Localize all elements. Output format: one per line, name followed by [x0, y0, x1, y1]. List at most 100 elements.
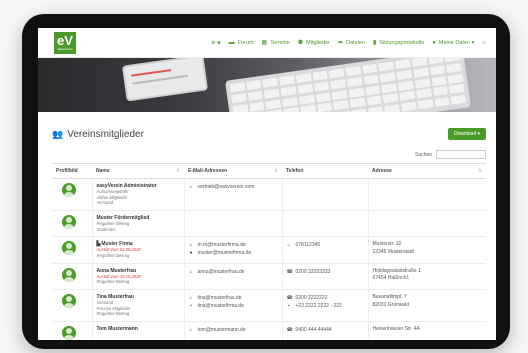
page-title-text: Vereinsmitglieder [67, 128, 144, 140]
email-value: muster@musterfirma.de [197, 250, 252, 257]
address-cell [367, 178, 486, 212]
nav-item-mitglieder[interactable]: ⚉ Mitglieder [297, 39, 330, 47]
nav-item-label: Meine Daten ▾ [438, 39, 475, 46]
home-icon: ⌂ [482, 39, 486, 46]
home-icon: ⌂ [189, 327, 193, 334]
nav-menu-toggle[interactable]: ≡ ▾ [211, 39, 221, 47]
main-content: 👥 Vereinsmitglieder Download ▾ Suchen Pr… [38, 112, 496, 340]
email-value: tom@mustermann.de [197, 327, 246, 334]
address-line: 12345 Musterstadt [372, 248, 414, 255]
member-group: Vorstand [96, 200, 114, 206]
nav-menu: ≡ ▾ ▬ Forum ▦ Termine ⚉ Mitglieder ➦ Dateien… [211, 39, 486, 47]
user-icon: ● [189, 250, 193, 257]
phone-line[interactable]: ⌂ 078112345 [287, 241, 364, 249]
table-row[interactable]: ▙Muster Firma Austritt zum 02.09.2020 Regu… [52, 236, 486, 264]
email-value: anna@musterfrau.de [197, 268, 245, 275]
member-name-text: Tom Mustermann [96, 326, 138, 333]
search-input[interactable] [436, 150, 486, 159]
avatar[interactable] [62, 183, 76, 197]
phone-cell [281, 178, 368, 212]
email-cell: ⌂ anna@musterfrau.de [183, 263, 282, 291]
column-header-telefon[interactable]: Telefon [282, 163, 368, 179]
sort-icon: ⇅ [273, 168, 278, 174]
avatar[interactable] [62, 294, 76, 309]
column-label: E-Mail-Adressen [188, 168, 228, 174]
table-row[interactable]: easyVerein Administrator Aufnahmegebühr Ak… [52, 178, 486, 212]
name-cell: Muster Fördermitglied Regulärer Beitrag St… [91, 210, 184, 238]
address-line: Heisenhäuser Str. 4A [372, 326, 420, 333]
phone-cell [281, 210, 368, 238]
phone-cell: ⌂ 078112345 [281, 236, 368, 264]
member-name-text: Anna Musterfrau [96, 267, 137, 274]
avatar[interactable] [62, 215, 76, 230]
column-label: Adresse [372, 168, 392, 174]
nav-item-termine[interactable]: ▦ Termine [262, 39, 290, 47]
easyverein-logo[interactable]: eV Easyverein [54, 31, 76, 54]
profile-cell [52, 178, 92, 212]
email-cell: ⌂ tina@musterfrau.de ▪ tina@musterfirma.de [183, 289, 282, 323]
email-line[interactable]: ⌂ vertrieb@easyverein.com [189, 183, 278, 191]
profile-cell [52, 263, 92, 291]
phone-line[interactable]: ☎ 0400 444 44444 [287, 326, 364, 334]
download-button[interactable]: Download ▾ [447, 128, 486, 140]
phone-icon: ☎ [286, 268, 293, 275]
email-line[interactable]: ⌂ m.m@musterfirma.de [189, 241, 278, 249]
user-icon: ● [432, 39, 436, 46]
email-line[interactable]: ⌂ tom@mustermann.de [189, 326, 278, 334]
profile-cell [52, 236, 92, 264]
hero-banner [38, 58, 496, 112]
member-group: Regulärer Beitrag [96, 279, 130, 285]
sort-icon: ⇅ [477, 168, 482, 174]
nav-item-label: Sitzungsprotokolle [379, 39, 425, 46]
phone-value: +22 2222 2222 - 222 [295, 303, 342, 310]
table-row[interactable]: Tina Musterfrau Vorstand Passive Mitgliede… [52, 289, 486, 323]
email-line[interactable]: ▪ tina@musterfirma.de [189, 302, 278, 310]
avatar[interactable] [62, 241, 76, 256]
phone-cell: ☎ 0200 2222222 ▪ +22 2222 2222 - 222 [281, 289, 368, 323]
search-row: Suchen [52, 150, 486, 159]
forum-icon: ▬ [228, 39, 235, 46]
nav-item-home[interactable]: ⌂ [482, 40, 486, 46]
address-line: Bavariafilmpl. 7 [372, 294, 407, 301]
column-header-profilbild[interactable]: Profilbild [52, 163, 92, 179]
nav-item-meine-daten[interactable]: ● Meine Daten ▾ [432, 40, 474, 46]
nav-item-sitzungsprotokolle[interactable]: ▮ Sitzungsprotokolle [373, 39, 425, 47]
member-name[interactable]: Tom Mustermann [97, 326, 180, 332]
address-cell: Musterstr. 10 12345 Musterstadt [367, 236, 486, 264]
phone-value: 0400 444 44444 [295, 327, 332, 334]
member-group: Studenten [96, 226, 116, 232]
nav-item-dateien[interactable]: ➦ Dateien [338, 39, 365, 47]
column-header-email[interactable]: E-Mail-Adressen ⇅ [184, 163, 282, 179]
column-label: Name [96, 168, 110, 174]
address-line: Musterstr. 10 [372, 241, 402, 248]
profile-cell [52, 210, 92, 238]
home-icon: ⌂ [189, 184, 193, 190]
page-title: 👥 Vereinsmitglieder [52, 129, 144, 140]
home-icon: ⌂ [189, 242, 193, 249]
nav-item-forum[interactable]: ▬ Forum [229, 40, 254, 46]
email-line[interactable]: ● muster@musterfirma.de [189, 249, 278, 257]
phone-line[interactable]: ▪ +22 2222 2222 - 222 [287, 302, 364, 310]
email-line[interactable]: ⌂ anna@musterfrau.de [189, 268, 278, 276]
file-icon: ▮ [373, 40, 377, 46]
members-icon: ⚉ [297, 40, 304, 46]
phone-line[interactable]: ☎ 0200 33333333 [287, 268, 364, 276]
nav-item-label: Termine [270, 39, 290, 46]
email-line[interactable]: ⌂ tina@musterfrau.de [189, 294, 278, 302]
name-cell: ▙Muster Firma Austritt zum 02.09.2020 Regu… [91, 236, 184, 264]
avatar[interactable] [62, 326, 76, 340]
nav-item-label: Forum [237, 39, 254, 46]
phone-cell: ☎ 0200 33333333 [281, 263, 368, 291]
logo-text: eV [57, 33, 73, 48]
column-header-adresse[interactable]: Adresse ⇅ [368, 163, 486, 179]
users-icon: 👥 [52, 128, 64, 139]
member-group: Regulärer Beitrag [96, 311, 130, 317]
table-row[interactable]: Muster Fördermitglied Regulärer Beitrag St… [52, 210, 486, 238]
table-row[interactable]: Anna Musterfrau Austritt zum 19.10.2020 Re… [52, 263, 486, 291]
phone-line[interactable]: ☎ 0200 2222222 [287, 294, 364, 302]
table-row[interactable]: Tom Mustermann ⌂ tom@mustermann.de ☎ 0400 44… [52, 321, 486, 340]
column-header-name[interactable]: Name ⇅ [92, 163, 184, 179]
phone-cell: ☎ 0400 444 44444 [281, 321, 368, 340]
avatar[interactable] [62, 267, 76, 282]
address-cell: Heisenhäuser Str. 4A [367, 321, 486, 340]
